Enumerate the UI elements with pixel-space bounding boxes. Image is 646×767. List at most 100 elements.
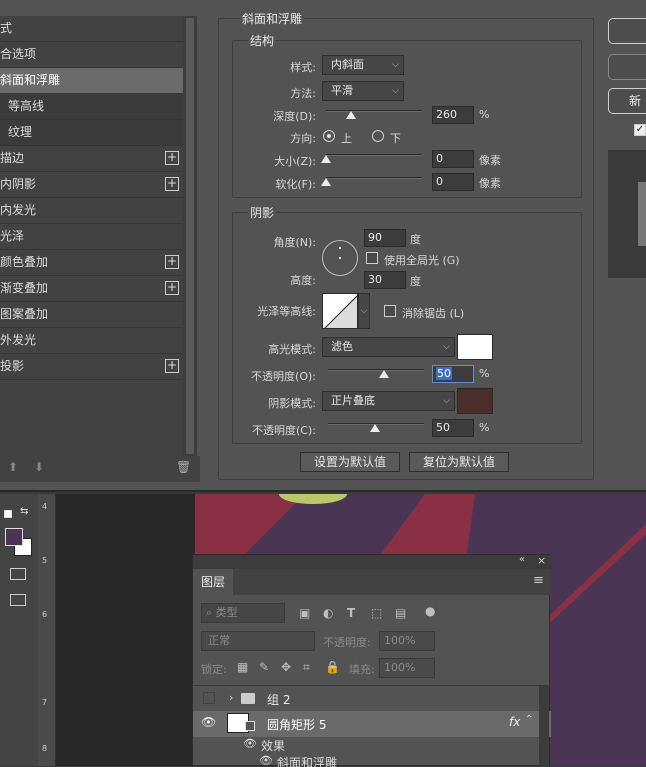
preview-checkbox[interactable]: ✓ [634, 124, 646, 136]
shape-filter-icon[interactable]: ⬚ [371, 606, 382, 620]
global-light-checkbox[interactable] [366, 252, 378, 264]
layer-row-bevel[interactable]: 👁 斜面和浮雕 [193, 755, 551, 767]
highlight-opacity-slider[interactable] [328, 369, 424, 371]
add-stroke-button[interactable]: + [165, 151, 179, 165]
direction-up-radio[interactable] [323, 130, 335, 142]
sidebar-item-pattern-overlay[interactable]: 图案叠加 [0, 302, 183, 328]
fill-input[interactable]: 100% [379, 658, 435, 678]
size-slider-thumb[interactable] [321, 155, 331, 163]
make-default-button[interactable]: 设置为默认值 [300, 452, 400, 472]
layer-filter-select[interactable]: ⌕ 类型 [201, 603, 285, 623]
angle-input[interactable]: 90 [364, 229, 406, 247]
depth-slider-thumb[interactable] [346, 111, 356, 119]
collapse-icon[interactable]: « [519, 554, 525, 565]
depth-input[interactable]: 260 [432, 106, 474, 124]
add-color-overlay-button[interactable]: + [165, 255, 179, 269]
sidebar-scrollbar[interactable] [183, 16, 197, 456]
layer-row-rounded-rect[interactable]: 👁 圆角矩形 5 fx ⌃ [193, 711, 551, 737]
sidebar-item-drop-shadow[interactable]: 投影 + [0, 354, 183, 380]
layer-name[interactable]: 圆角矩形 5 [267, 716, 326, 733]
sidebar-item-styles[interactable]: 式 [0, 16, 183, 42]
sidebar-item-blending-options[interactable]: 合选项 [0, 42, 183, 68]
lock-all-icon[interactable]: 🔒 [325, 660, 340, 674]
direction-down-radio[interactable] [372, 130, 384, 142]
trash-icon[interactable]: 🗑 [176, 460, 191, 474]
add-gradient-overlay-button[interactable]: + [165, 281, 179, 295]
angle-dial[interactable] [322, 240, 358, 276]
blend-mode-select[interactable]: 正常 [201, 631, 315, 651]
lock-transparent-icon[interactable]: ▦ [237, 660, 248, 674]
scroll-thumb[interactable] [186, 18, 194, 454]
cancel-button[interactable] [608, 54, 646, 80]
visibility-toggle[interactable] [203, 692, 215, 704]
foreground-color-swatch[interactable] [5, 528, 23, 546]
tab-layers[interactable]: 图层 [193, 569, 233, 595]
sidebar-item-contour[interactable]: 等高线 [0, 94, 183, 120]
highlight-mode-select[interactable]: 滤色 ⌵ [322, 337, 455, 357]
layer-name[interactable]: 组 2 [267, 691, 290, 708]
sidebar-item-satin[interactable]: 光泽 [0, 224, 183, 250]
move-up-icon[interactable]: ⬆ [8, 460, 18, 474]
lock-image-icon[interactable]: ✎ [259, 660, 269, 674]
shadow-opacity-thumb[interactable] [370, 424, 380, 432]
type-filter-icon[interactable]: T [347, 606, 355, 620]
highlight-color-swatch[interactable] [457, 334, 493, 360]
ok-button[interactable] [608, 18, 646, 44]
anti-alias-checkbox[interactable] [384, 305, 396, 317]
technique-select[interactable]: 平滑 ⌵ [322, 81, 404, 101]
reset-default-button[interactable]: 复位为默认值 [409, 452, 509, 472]
sidebar-item-bevel-emboss[interactable]: 斜面和浮雕 [0, 68, 183, 94]
size-slider[interactable] [326, 154, 422, 156]
ruler-mark: 4 [42, 502, 48, 511]
layer-row-group[interactable]: › 组 2 [193, 685, 551, 711]
panel-menu-icon[interactable]: ≡ [533, 573, 544, 588]
adjustment-filter-icon[interactable]: ◐ [323, 606, 333, 620]
soften-slider-thumb[interactable] [321, 178, 331, 186]
layers-scrollbar[interactable] [539, 685, 549, 767]
sidebar-item-gradient-overlay[interactable]: 渐变叠加 + [0, 276, 183, 302]
shadow-color-swatch[interactable] [457, 388, 493, 414]
style-select-value: 内斜面 [331, 58, 364, 71]
soften-slider[interactable] [326, 177, 422, 179]
filter-toggle-icon[interactable]: ● [425, 604, 435, 618]
sidebar-item-outer-glow[interactable]: 外发光 [0, 328, 183, 354]
eye-icon[interactable]: 👁 [259, 755, 273, 767]
style-select[interactable]: 内斜面 ⌵ [322, 55, 404, 75]
smart-object-filter-icon[interactable]: ▤ [395, 606, 406, 620]
lock-position-icon[interactable]: ✥ [281, 660, 291, 674]
close-icon[interactable]: × [537, 554, 546, 567]
highlight-opacity-thumb[interactable] [379, 370, 389, 378]
lock-artboard-icon[interactable]: ⌗ [303, 660, 310, 675]
opacity-input[interactable]: 100% [379, 631, 435, 651]
highlight-opacity-input[interactable]: 50 [432, 365, 474, 383]
fx-icon[interactable]: fx [509, 715, 520, 729]
eye-icon[interactable]: 👁 [243, 737, 257, 750]
default-colors-icon[interactable] [4, 510, 12, 518]
chevron-right-icon[interactable]: › [229, 691, 233, 704]
depth-slider[interactable] [326, 110, 422, 112]
sidebar-item-texture[interactable]: 纹理 [0, 120, 183, 146]
add-inner-shadow-button[interactable]: + [165, 177, 179, 191]
sidebar-item-stroke[interactable]: 描边 + [0, 146, 183, 172]
pixel-filter-icon[interactable]: ▣ [299, 606, 310, 620]
gloss-contour-dropdown[interactable]: ⌵ [358, 293, 370, 329]
shadow-mode-select[interactable]: 正片叠底 ⌵ [322, 391, 455, 411]
soften-input[interactable]: 0 [432, 173, 474, 191]
move-down-icon[interactable]: ⬇ [34, 460, 44, 474]
eye-icon[interactable]: 👁 [201, 715, 216, 729]
chevron-up-icon[interactable]: ⌃ [525, 714, 533, 725]
altitude-input[interactable]: 30 [364, 271, 406, 289]
size-input[interactable]: 0 [432, 150, 474, 168]
new-style-button[interactable]: 新 [608, 88, 646, 114]
add-drop-shadow-button[interactable]: + [165, 359, 179, 373]
anti-alias-label: 消除锯齿 (L) [402, 307, 465, 320]
sidebar-item-inner-glow[interactable]: 内发光 [0, 198, 183, 224]
screen-mode-icon[interactable] [10, 594, 26, 606]
gloss-contour-picker[interactable] [322, 293, 358, 329]
sidebar-item-color-overlay[interactable]: 颜色叠加 + [0, 250, 183, 276]
swap-colors-icon[interactable]: ⇆ [20, 506, 28, 517]
quick-mask-icon[interactable] [10, 568, 26, 580]
shadow-opacity-input[interactable]: 50 [432, 419, 474, 437]
layer-row-effects[interactable]: 👁 效果 [193, 737, 551, 755]
sidebar-item-inner-shadow[interactable]: 内阴影 + [0, 172, 183, 198]
